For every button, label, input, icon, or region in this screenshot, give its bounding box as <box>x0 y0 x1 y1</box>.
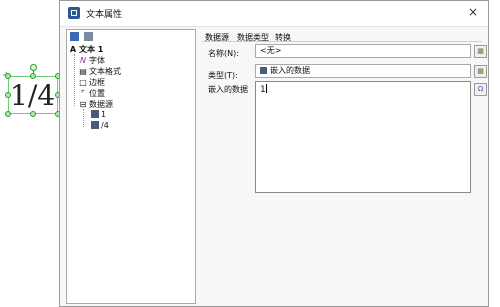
tree-item-position[interactable]: ⌜ 位置 <box>79 88 105 99</box>
collapse-all-icon[interactable] <box>83 32 93 41</box>
tree-item-border[interactable]: □ 边框 <box>79 77 105 88</box>
embedded-data-icon <box>91 110 99 118</box>
tree-toolbar <box>70 32 95 42</box>
name-field[interactable]: <无> <box>255 44 471 58</box>
name-label: 名称(N): <box>208 49 239 58</box>
text-object-icon: A <box>69 45 77 54</box>
tree-item-datasource-1[interactable]: 1 <box>91 110 106 119</box>
expand-all-icon[interactable] <box>70 32 79 41</box>
embedded-data-label: 嵌入的数据 <box>208 85 248 94</box>
rotation-handle[interactable] <box>30 64 37 71</box>
type-label: 类型(T): <box>208 71 238 80</box>
type-field[interactable]: 嵌入的数据 <box>255 64 471 78</box>
script-button[interactable]: Ω <box>474 83 487 96</box>
resize-handle-top-left[interactable] <box>5 73 11 79</box>
property-tree: A 文本 1 N 字体 ▤ 文本格式 □ 边框 ⌜ 位置 ⊟ 数据源 1 /4 <box>66 29 196 304</box>
text-properties-dialog: 文本属性 × A 文本 1 N 字体 ▤ 文本格式 □ 边框 ⌜ 位置 ⊟ 数据源 1 <box>59 0 489 307</box>
border-icon: □ <box>79 78 87 87</box>
position-icon: ⌜ <box>81 89 85 98</box>
tree-root-label: 文本 1 <box>79 45 104 54</box>
app-icon <box>68 7 80 19</box>
tree-item-label: /4 <box>101 121 109 130</box>
close-icon[interactable]: × <box>468 5 478 19</box>
tab-divider <box>202 41 482 42</box>
title-bar[interactable]: 文本属性 × <box>60 1 488 27</box>
tree-item-label: 边框 <box>89 78 105 87</box>
resize-handle-bottom-left[interactable] <box>5 111 11 117</box>
type-browse-button[interactable]: ▦ <box>474 65 487 78</box>
tree-item-label: 字体 <box>89 56 105 65</box>
embedded-data-icon <box>91 121 99 129</box>
tree-item-label: 位置 <box>89 89 105 98</box>
tree-item-text-format[interactable]: ▤ 文本格式 <box>79 66 121 77</box>
datasource-icon: ⊟ <box>79 100 87 109</box>
font-icon: N <box>80 56 86 65</box>
dialog-title: 文本属性 <box>86 10 123 20</box>
resize-handle-left[interactable] <box>5 92 11 98</box>
tree-item-label: 1 <box>101 110 107 119</box>
name-browse-button[interactable]: ▦ <box>474 45 487 58</box>
resize-handle-top[interactable] <box>30 73 36 79</box>
tree-connector <box>74 54 76 106</box>
resize-handle-bottom[interactable] <box>30 111 36 117</box>
tree-connector <box>83 109 85 127</box>
embedded-data-icon <box>260 67 267 74</box>
tree-item-label: 文本格式 <box>89 67 121 76</box>
tree-item-datasource-2[interactable]: /4 <box>91 121 109 130</box>
text-format-icon: ▤ <box>79 67 87 76</box>
embedded-data-textarea[interactable]: 1 <box>255 81 471 193</box>
type-field-value: 嵌入的数据 <box>270 66 310 75</box>
tree-item-font[interactable]: N 字体 <box>79 55 105 66</box>
tree-item-label: 数据源 <box>89 100 113 109</box>
text-caret <box>265 84 267 93</box>
